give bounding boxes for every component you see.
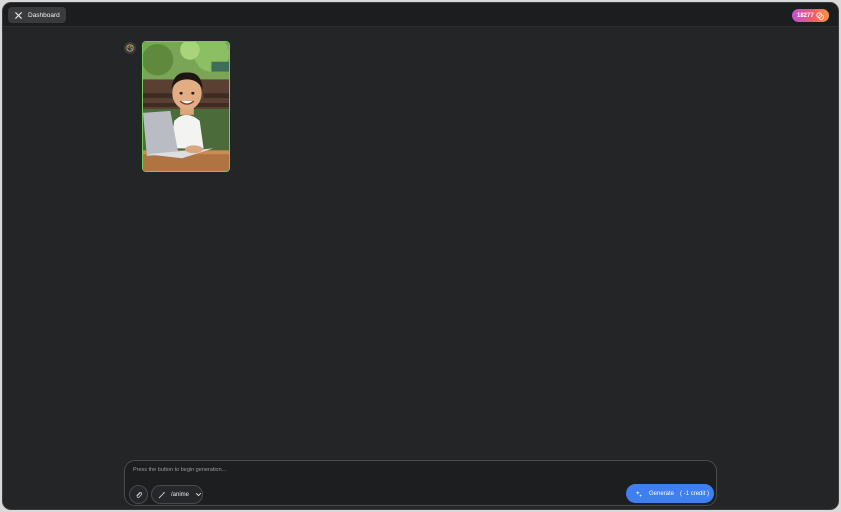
generate-label: Generate: [649, 490, 675, 497]
paperclip-icon: [135, 491, 142, 498]
generate-cost: ( -1 credit ): [680, 490, 710, 497]
app-window: Dashboard 18277 Press the button to begi…: [2, 2, 839, 510]
chevron-down-icon: [195, 492, 202, 497]
coins-icon: [816, 11, 824, 20]
dashboard-button[interactable]: Dashboard: [8, 7, 66, 23]
model-label: /anime: [170, 491, 189, 498]
dashboard-label: Dashboard: [28, 11, 60, 19]
close-icon: [15, 11, 22, 19]
top-bar: Dashboard 18277: [3, 3, 838, 27]
credits-count: 18277: [797, 12, 814, 19]
style-palette-icon[interactable]: [124, 42, 136, 54]
credits-badge[interactable]: 18277: [792, 9, 829, 22]
boy-with-laptop-image: [143, 42, 229, 171]
generated-image-thumbnail[interactable]: [142, 41, 230, 172]
sparkle-icon: [635, 490, 643, 497]
magic-wand-icon: [158, 491, 166, 498]
model-selector[interactable]: /anime: [151, 485, 203, 504]
prompt-composer: Press the button to begin generation... …: [124, 460, 717, 506]
generate-button[interactable]: Generate ( -1 credit ): [626, 484, 714, 503]
palette-icon: [126, 44, 134, 52]
prompt-input[interactable]: Press the button to begin generation...: [133, 467, 226, 473]
attach-button[interactable]: [129, 485, 148, 504]
